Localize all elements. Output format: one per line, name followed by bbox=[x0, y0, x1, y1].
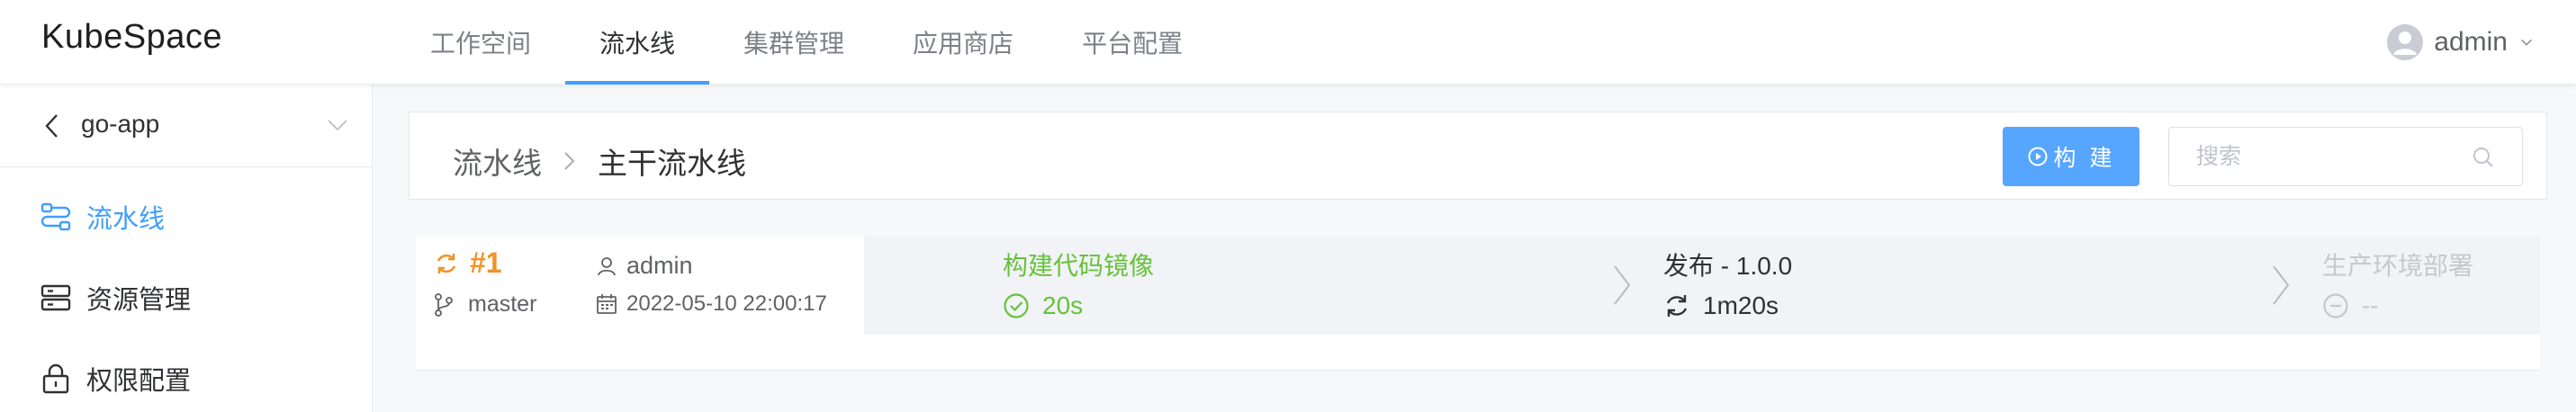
search-input[interactable] bbox=[2169, 128, 2475, 185]
search-icon[interactable] bbox=[2472, 146, 2495, 169]
stage-production-deploy[interactable]: 生产环境部署 -- bbox=[2322, 246, 2473, 320]
user-icon bbox=[598, 256, 616, 275]
project-selector[interactable]: go-app bbox=[0, 85, 373, 167]
sidebar-item-pipeline[interactable]: 流水线 bbox=[0, 176, 373, 257]
sidebar: go-app 流水线 资源管理 权限配置 bbox=[0, 85, 373, 412]
chevron-down-icon bbox=[2521, 39, 2532, 46]
run-timestamp: 2022-05-10 22:00:17 bbox=[626, 291, 827, 316]
author-name: admin bbox=[626, 252, 693, 279]
running-sync-icon bbox=[1666, 295, 1688, 317]
app-root: KubeSpace 工作空间 流水线 集群管理 应用商店 平台配置 admin bbox=[0, 0, 2576, 412]
git-branch-icon bbox=[435, 292, 453, 317]
breadcrumb-current: 主干流水线 bbox=[598, 147, 746, 180]
app-logo[interactable]: KubeSpace bbox=[41, 18, 222, 57]
check-circle-icon bbox=[1004, 293, 1029, 318]
stage-release[interactable]: 发布 - 1.0.0 1m20s bbox=[1663, 246, 1792, 320]
pipeline-run-row[interactable]: #1 master admin 2022-05-10 22:00:17 构建代码… bbox=[416, 236, 2540, 371]
stage-duration: 20s bbox=[1042, 291, 1084, 319]
search-box bbox=[2168, 127, 2523, 186]
user-name: admin bbox=[2434, 27, 2508, 57]
nav-item-pipeline[interactable]: 流水线 bbox=[565, 0, 710, 85]
run-number[interactable]: #1 bbox=[434, 246, 502, 280]
pipeline-stages: 构建代码镜像 20s 发布 - 1.0.0 1m20s 生产环境部署 -- bbox=[864, 236, 2540, 335]
stage-title: 构建代码镜像 bbox=[1003, 252, 1155, 280]
minus-circle-icon bbox=[2323, 293, 2348, 318]
project-name: go-app bbox=[81, 110, 160, 138]
breadcrumb-root[interactable]: 流水线 bbox=[453, 139, 542, 183]
top-header: KubeSpace 工作空间 流水线 集群管理 应用商店 平台配置 admin bbox=[0, 0, 2576, 85]
sidebar-item-label: 流水线 bbox=[86, 205, 166, 234]
run-number-label: #1 bbox=[470, 246, 502, 279]
main-nav: 工作空间 流水线 集群管理 应用商店 平台配置 bbox=[396, 0, 1217, 85]
user-menu[interactable]: admin bbox=[2387, 0, 2535, 85]
lock-icon bbox=[42, 363, 69, 394]
run-time: 2022-05-10 22:00:17 bbox=[596, 291, 827, 317]
page-header-card: 流水线 主干流水线 构 建 bbox=[409, 112, 2547, 200]
run-author: admin bbox=[596, 252, 693, 280]
nav-item-cluster[interactable]: 集群管理 bbox=[709, 0, 878, 85]
stage-duration: 1m20s bbox=[1703, 291, 1779, 319]
sidebar-item-resources[interactable]: 资源管理 bbox=[0, 257, 373, 338]
user-avatar-icon bbox=[2387, 24, 2424, 60]
branch-name: master bbox=[468, 291, 537, 317]
stage-status: 20s bbox=[1003, 291, 1154, 320]
stage-duration: -- bbox=[2362, 291, 2379, 319]
stage-status: 1m20s bbox=[1663, 291, 1792, 320]
chevron-right-icon bbox=[2273, 265, 2290, 305]
avatar bbox=[2387, 24, 2424, 60]
nav-item-platform-config[interactable]: 平台配置 bbox=[1048, 0, 1217, 85]
sidebar-item-label: 权限配置 bbox=[86, 367, 192, 396]
running-sync-icon bbox=[437, 253, 456, 273]
run-branch: master bbox=[434, 291, 536, 318]
calendar-icon bbox=[597, 294, 617, 314]
play-circle-icon bbox=[2028, 147, 2048, 166]
stage-title: 发布 - 1.0.0 bbox=[1663, 252, 1793, 280]
sidebar-item-permissions[interactable]: 权限配置 bbox=[0, 338, 373, 412]
nav-item-app-store[interactable]: 应用商店 bbox=[878, 0, 1048, 85]
stage-status: -- bbox=[2322, 291, 2473, 320]
stage-title: 生产环境部署 bbox=[2322, 252, 2474, 280]
storage-icon bbox=[41, 284, 71, 311]
back-arrow-icon[interactable] bbox=[41, 112, 63, 140]
breadcrumb: 流水线 主干流水线 bbox=[453, 139, 746, 183]
build-button-label: 构 建 bbox=[2053, 146, 2116, 171]
pipeline-icon bbox=[41, 202, 71, 231]
chevron-right-icon bbox=[1614, 265, 1631, 305]
main-content: 流水线 主干流水线 构 建 搜索 #1 master admin 2022-05… bbox=[373, 85, 2576, 412]
build-button[interactable]: 构 建 bbox=[2003, 127, 2139, 186]
nav-item-workspace[interactable]: 工作空间 bbox=[396, 0, 565, 85]
stage-build-image[interactable]: 构建代码镜像 20s bbox=[1003, 246, 1154, 320]
chevron-right-icon bbox=[564, 152, 575, 170]
chevron-down-icon[interactable] bbox=[326, 115, 349, 135]
sidebar-item-label: 资源管理 bbox=[86, 286, 192, 315]
